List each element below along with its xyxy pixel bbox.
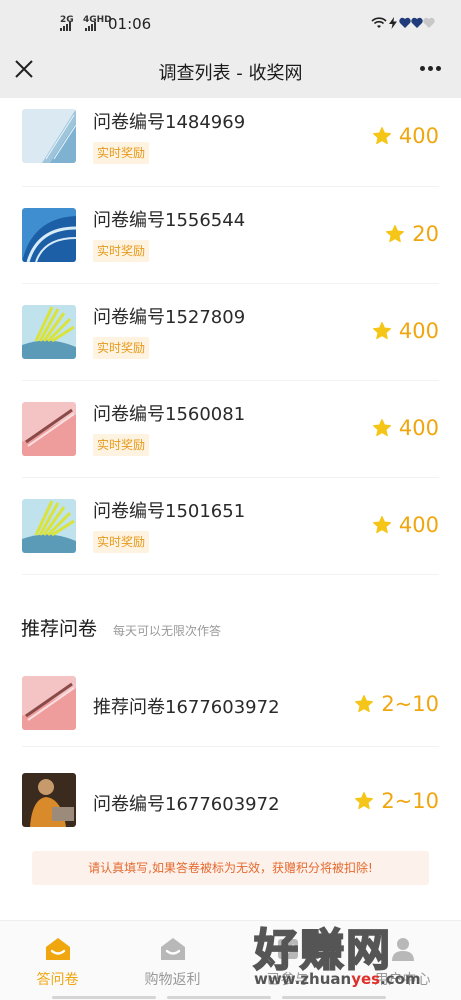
reward-points: 2~10 <box>354 789 439 813</box>
survey-row[interactable]: 问卷编号1501651 实时奖励 400 <box>22 478 439 575</box>
tab-label: 购物返利 <box>144 972 201 988</box>
recommend-title: 推荐问卷 <box>21 618 98 640</box>
survey-title: 问卷编号1527809 <box>93 307 246 328</box>
reward-points: 2~10 <box>354 692 439 716</box>
survey-title: 推荐问卷1677603972 <box>93 697 280 718</box>
reward-value: 400 <box>398 416 439 440</box>
survey-title: 问卷编号1677603972 <box>93 794 280 815</box>
reward-points: 400 <box>372 416 439 440</box>
reward-value: 2~10 <box>381 692 439 716</box>
survey-thumbnail <box>22 499 76 553</box>
reward-value: 2~10 <box>381 789 439 813</box>
clock: 01:06 <box>108 15 152 33</box>
recommend-header: 推荐问卷 每天可以无限次作答 <box>21 614 221 641</box>
star-icon <box>372 419 391 437</box>
charging-icon <box>389 17 397 29</box>
tab-answer-survey[interactable]: 答问卷 <box>0 935 115 989</box>
survey-row[interactable]: 问卷编号1560081 实时奖励 400 <box>22 381 439 478</box>
star-icon <box>386 225 405 243</box>
more-options-icon[interactable] <box>420 66 441 71</box>
reward-value: 400 <box>398 319 439 343</box>
wifi-icon <box>371 17 387 28</box>
tab-indicator <box>52 996 156 999</box>
star-icon <box>372 516 391 534</box>
reward-points: 400 <box>372 513 439 537</box>
realtime-reward-tag: 实时奖励 <box>93 142 150 164</box>
page-title: 调查列表 - 收奖网 <box>158 63 303 84</box>
survey-row[interactable]: 问卷编号1484969 实时奖励 400 <box>22 98 439 187</box>
recommend-row[interactable]: 问卷编号1677603972 2~10 <box>22 747 439 844</box>
realtime-reward-tag: 实时奖励 <box>93 531 150 553</box>
signal-strength-icon <box>60 22 71 31</box>
survey-thumbnail <box>22 676 76 730</box>
recommend-list: 推荐问卷1677603972 2~10 问卷编号1677603972 2~10 <box>0 650 461 844</box>
realtime-reward-tag: 实时奖励 <box>93 337 150 359</box>
survey-list: 问卷编号1484969 实时奖励 400 问卷编号1556544 实时奖励 20 <box>0 98 461 575</box>
recommend-row[interactable]: 推荐问卷1677603972 2~10 <box>22 650 439 747</box>
realtime-reward-tag: 实时奖励 <box>93 434 150 456</box>
watermark-url: www.zhuanyes.com <box>254 970 421 988</box>
battery-hearts-icon <box>399 17 435 28</box>
reward-value: 400 <box>398 124 439 148</box>
survey-title: 问卷编号1556544 <box>93 210 246 231</box>
signal-strength-icon-2 <box>85 22 96 31</box>
survey-row[interactable]: 问卷编号1556544 实时奖励 20 <box>22 187 439 284</box>
survey-title: 问卷编号1501651 <box>93 501 246 522</box>
star-icon <box>355 792 374 810</box>
realtime-reward-tag: 实时奖励 <box>93 240 150 262</box>
nav-bar: 调查列表 - 收奖网 <box>0 46 461 98</box>
watermark-logo-text: 好赚网 <box>253 924 392 977</box>
survey-thumbnail <box>22 208 76 262</box>
recommend-subtitle: 每天可以无限次作答 <box>113 624 222 638</box>
survey-title: 问卷编号1484969 <box>93 112 246 133</box>
tab-shopping-rebate[interactable]: 购物返利 <box>115 935 230 989</box>
survey-thumbnail <box>22 402 76 456</box>
site-watermark: 好赚网 www.zhuanyes.com <box>248 912 448 1000</box>
survey-thumbnail <box>22 109 76 163</box>
reward-value: 20 <box>412 222 439 246</box>
notice-banner: 请认真填写,如果答卷被标为无效，获赠积分将被扣除! <box>32 851 429 885</box>
reward-points: 400 <box>372 319 439 343</box>
star-icon <box>372 127 391 145</box>
reward-value: 400 <box>398 513 439 537</box>
status-bar: 2G 4GHD 01:06 <box>0 0 461 46</box>
home-icon <box>45 938 70 960</box>
tab-label: 答问卷 <box>36 972 79 988</box>
star-icon <box>355 695 374 713</box>
survey-title: 问卷编号1560081 <box>93 404 246 425</box>
home-icon <box>160 938 185 960</box>
survey-thumbnail <box>22 773 76 827</box>
reward-points: 20 <box>385 222 439 246</box>
status-icons <box>371 17 435 29</box>
reward-points: 400 <box>372 124 439 148</box>
star-icon <box>372 322 391 340</box>
survey-row[interactable]: 问卷编号1527809 实时奖励 400 <box>22 284 439 381</box>
survey-thumbnail <box>22 305 76 359</box>
